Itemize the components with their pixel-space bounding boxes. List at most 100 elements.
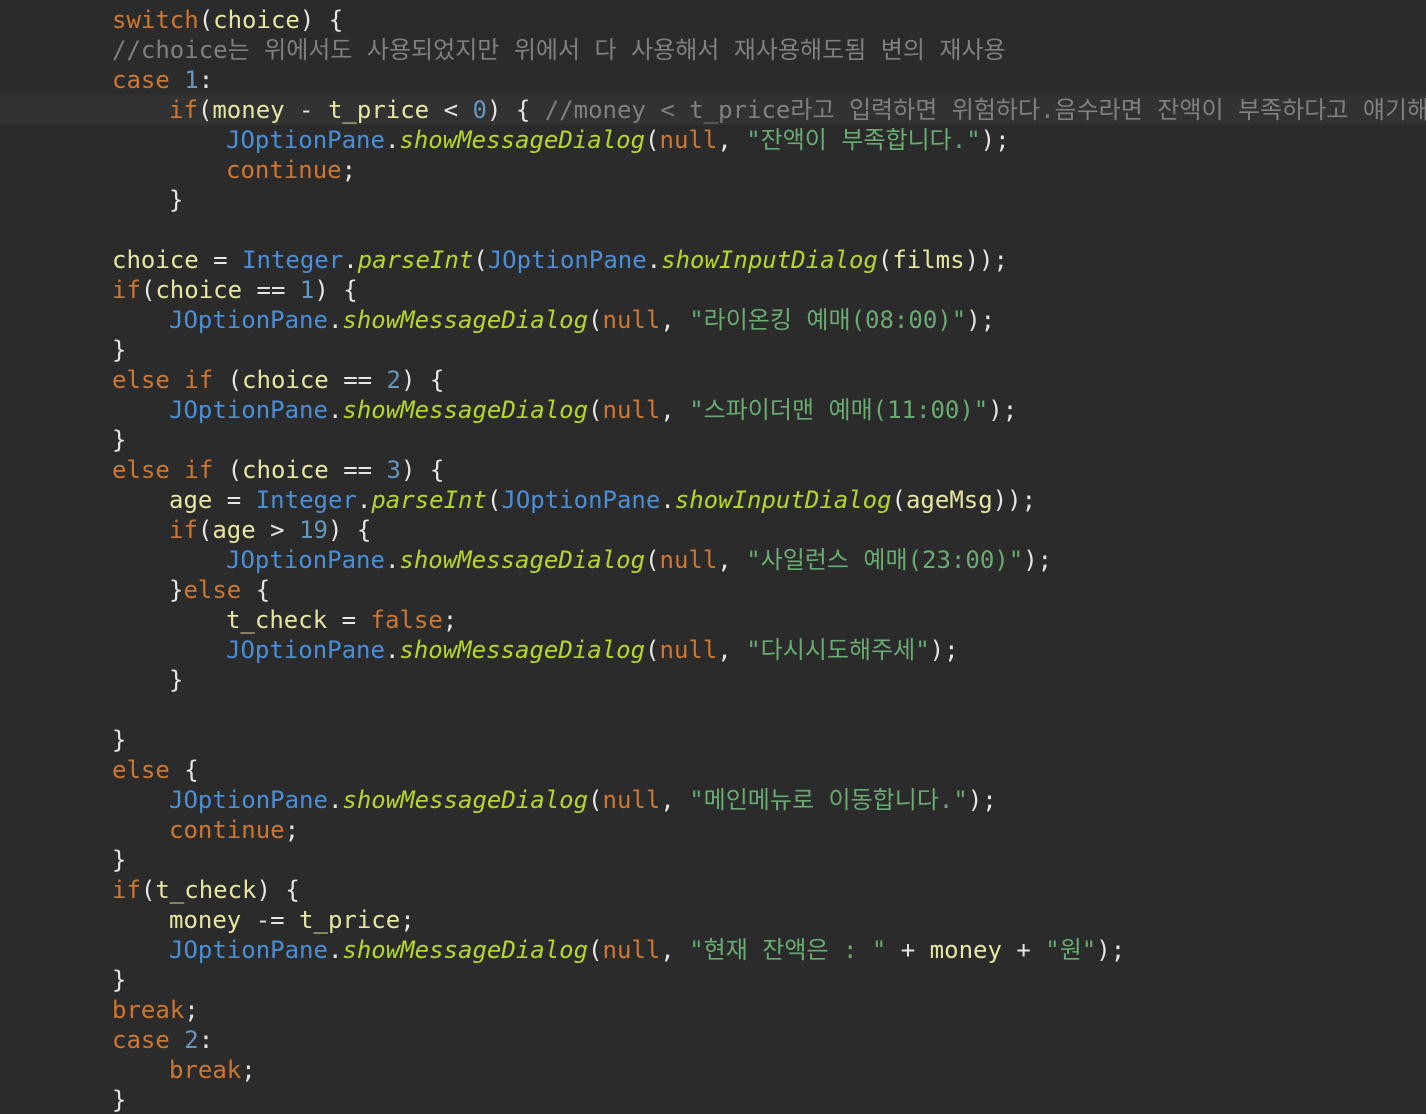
code-line[interactable]: JOptionPane.showMessageDialog(null, "현재 … — [169, 935, 1125, 965]
code-token-string: "사일런스 예매(23:00)" — [746, 546, 1024, 574]
code-line[interactable]: else { — [112, 755, 199, 785]
code-line[interactable]: money -= t_price; — [169, 905, 415, 935]
code-token-keyword: break — [169, 1056, 242, 1084]
code-token-class: JOptionPane — [169, 306, 328, 334]
code-token-class: JOptionPane — [501, 486, 661, 514]
code-token-keyword: if — [169, 96, 198, 124]
code-line[interactable]: } — [112, 335, 126, 365]
code-token-method: showMessageDialog — [399, 546, 646, 574]
code-line[interactable]: case 1: — [112, 65, 213, 95]
code-token-op: , — [660, 936, 690, 964]
code-token-op: . — [327, 396, 343, 424]
code-line[interactable]: else if (choice == 2) { — [112, 365, 444, 395]
code-line[interactable]: JOptionPane.showMessageDialog(null, "스파이… — [169, 395, 1017, 425]
code-line[interactable]: } — [169, 665, 183, 695]
code-token-var: t_check — [226, 606, 328, 634]
code-line[interactable]: break; — [112, 995, 199, 1025]
code-line[interactable]: else if (choice == 3) { — [112, 455, 444, 485]
code-token-op: . — [660, 486, 675, 514]
code-token-op: . — [343, 246, 358, 274]
code-token-op: ( — [588, 786, 603, 814]
code-line[interactable]: continue; — [169, 815, 299, 845]
code-token-keyword: false — [370, 606, 443, 634]
code-token-op: . — [327, 306, 343, 334]
code-token-op: ( — [645, 636, 660, 664]
code-token-op: ( — [877, 246, 893, 274]
code-token-keyword: else — [183, 576, 242, 604]
code-token-string: "잔액이 부족합니다." — [746, 126, 981, 154]
code-token-op: } — [169, 666, 184, 694]
code-token-keyword: continue — [226, 156, 342, 184]
code-token-class: JOptionPane — [169, 786, 328, 814]
code-token-var: choice — [242, 366, 329, 394]
code-token-string: "현재 잔액은 : " — [689, 936, 887, 964]
code-token-method: showMessageDialog — [342, 936, 589, 964]
code-token-op: , — [660, 786, 690, 814]
code-token-var: choice — [112, 246, 199, 274]
code-line[interactable]: switch(choice) { — [112, 5, 343, 35]
code-token-op: ( — [140, 876, 156, 904]
code-token-number: 19 — [299, 516, 328, 544]
code-line[interactable]: } — [112, 1085, 126, 1114]
code-token-keyword: null — [659, 636, 718, 664]
code-token-keyword: case — [112, 66, 185, 94]
code-token-class: JOptionPane — [226, 126, 385, 154]
code-token-op: == — [328, 456, 387, 484]
code-editor[interactable]: switch(choice) {//choice는 위에서도 사용되었지만 위에… — [0, 0, 1426, 1114]
code-token-op: ); — [929, 636, 959, 664]
code-token-var: t_check — [155, 876, 257, 904]
code-token-method: showInputDialog — [661, 246, 878, 274]
code-line[interactable]: } — [112, 425, 126, 455]
code-token-keyword: if — [112, 276, 141, 304]
code-line[interactable]: t_check = false; — [226, 605, 457, 635]
code-token-class: JOptionPane — [226, 546, 385, 574]
code-line[interactable]: } — [112, 965, 126, 995]
code-token-number: 3 — [386, 456, 401, 484]
code-token-method: parseInt — [357, 246, 474, 274]
code-token-class: JOptionPane — [169, 936, 328, 964]
code-token-keyword: null — [602, 936, 661, 964]
code-line[interactable]: } — [112, 725, 126, 755]
code-line[interactable]: } — [112, 845, 126, 875]
code-token-op: ; — [284, 816, 300, 844]
code-token-op: ( — [227, 366, 243, 394]
code-line[interactable]: if(money - t_price < 0) { //money < t_pr… — [169, 95, 1426, 125]
code-line[interactable]: JOptionPane.showMessageDialog(null, "메인메… — [169, 785, 997, 815]
code-token-string: "다시시도해주세" — [746, 636, 930, 664]
code-token-method: parseInt — [371, 486, 487, 514]
code-line[interactable]: JOptionPane.showMessageDialog(null, "잔액이… — [226, 125, 1010, 155]
code-line[interactable]: JOptionPane.showMessageDialog(null, "라이온… — [169, 305, 995, 335]
code-line[interactable]: //choice는 위에서도 사용되었지만 위에서 다 사용해서 재사용해도됨 … — [112, 35, 1006, 65]
code-line[interactable]: continue; — [226, 155, 356, 185]
code-token-keyword: else — [112, 756, 170, 784]
code-line[interactable]: JOptionPane.showMessageDialog(null, "사일런… — [226, 545, 1052, 575]
code-token-op: , — [717, 546, 747, 574]
code-token-op: , — [660, 306, 690, 334]
code-token-op: ) { — [401, 456, 445, 484]
code-line[interactable]: }else { — [169, 575, 270, 605]
code-line[interactable]: if(choice == 1) { — [112, 275, 358, 305]
code-line[interactable]: break; — [169, 1055, 256, 1085]
code-token-op: > — [255, 516, 300, 544]
code-line[interactable]: case 2: — [112, 1025, 213, 1055]
code-token-comment: //money < t_price라고 입력하면 위험하다.음수라면 잔액이 부… — [544, 96, 1426, 124]
code-token-op: + — [1001, 936, 1046, 964]
code-token-op: ( — [227, 456, 243, 484]
code-token-op: ) { — [299, 6, 344, 34]
code-token-keyword: else if — [112, 366, 228, 394]
code-line[interactable]: if(age > 19) { — [169, 515, 371, 545]
code-token-op: : — [198, 66, 214, 94]
code-token-op: ); — [967, 786, 997, 814]
code-token-var: age — [212, 516, 256, 544]
code-line[interactable]: JOptionPane.showMessageDialog(null, "다시시… — [226, 635, 959, 665]
code-token-keyword: null — [659, 126, 718, 154]
code-token-class: JOptionPane — [169, 396, 328, 424]
code-token-op: ); — [966, 306, 996, 334]
code-token-op: - — [284, 96, 328, 124]
code-token-var: choice — [213, 6, 300, 34]
code-line[interactable]: age = Integer.parseInt(JOptionPane.showI… — [169, 485, 1036, 515]
code-line[interactable]: if(t_check) { — [112, 875, 300, 905]
code-line[interactable]: choice = Integer.parseInt(JOptionPane.sh… — [112, 245, 1008, 275]
code-token-op: ); — [1096, 936, 1126, 964]
code-line[interactable]: } — [169, 185, 183, 215]
